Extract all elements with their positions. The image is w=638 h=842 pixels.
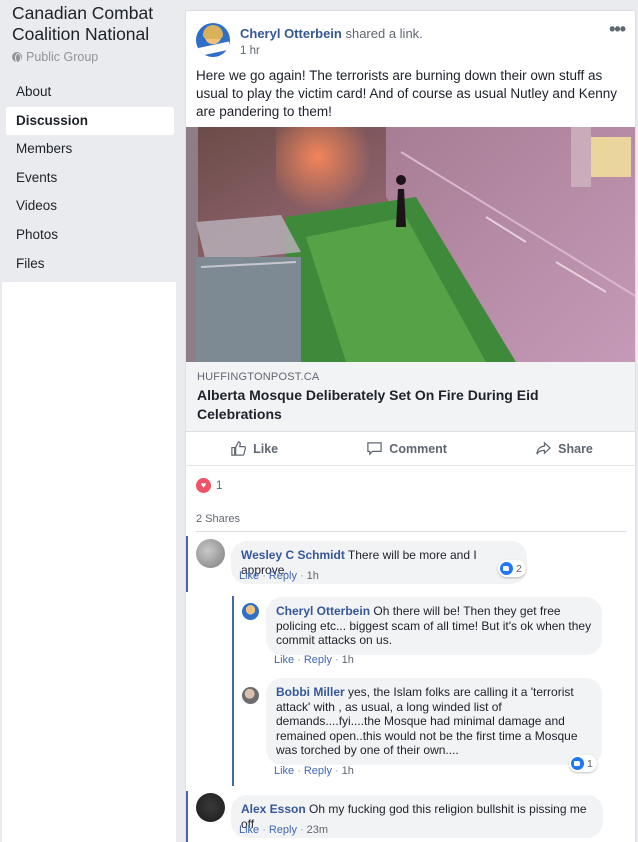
post-actions: Like Comment Share	[186, 432, 635, 466]
comment-author[interactable]: Alex Esson	[241, 802, 306, 816]
reply-reply-link[interactable]: Reply	[304, 765, 332, 777]
more-options-icon[interactable]: •••	[609, 19, 626, 40]
reply-author[interactable]: Cheryl Otterbein	[276, 604, 370, 618]
reply-like-link[interactable]: Like	[274, 654, 294, 666]
nav-item-photos[interactable]: Photos	[6, 221, 174, 250]
reply-time[interactable]: 1h	[342, 654, 354, 666]
reply-reactions[interactable]: 1	[569, 755, 597, 772]
post-reactions[interactable]: ♥ 1	[196, 478, 222, 493]
author-avatar[interactable]	[196, 23, 230, 57]
comment-time[interactable]: 23m	[307, 824, 328, 836]
nav-item-members[interactable]: Members	[6, 135, 174, 164]
link-preview-info[interactable]: HUFFINGTONPOST.CA Alberta Mosque Deliber…	[186, 362, 635, 432]
reply-avatar[interactable]	[242, 687, 259, 704]
sidebar-panel	[2, 282, 176, 842]
comment-like-link[interactable]: Like	[239, 570, 259, 582]
reply-reply-link[interactable]: Reply	[304, 654, 332, 666]
shares-count[interactable]: 2 Shares	[196, 513, 240, 525]
comment-avatar[interactable]	[196, 793, 225, 822]
share-label: Share	[558, 441, 593, 456]
link-domain: HUFFINGTONPOST.CA	[197, 371, 320, 383]
comment-label: Comment	[389, 441, 447, 456]
comment-reaction-count: 2	[516, 562, 522, 575]
reply-author[interactable]: Bobbi Miller	[276, 685, 345, 699]
comment-time[interactable]: 1h	[307, 570, 319, 582]
post-text: Here we go again! The terrorists are bur…	[196, 68, 617, 119]
reply-avatar[interactable]	[242, 603, 259, 620]
share-button[interactable]: Share	[535, 440, 593, 457]
comment-icon	[367, 442, 383, 456]
comment-reply-link[interactable]: Reply	[269, 824, 297, 836]
comment-meta: Like · Reply · 23m	[239, 824, 329, 836]
reply-meta: Like · Reply · 1h	[274, 654, 354, 666]
post-header: Cheryl Otterbein shared a link. 1 hr •••	[186, 11, 635, 71]
thumbs-up-icon	[231, 441, 247, 456]
post-card: Cheryl Otterbein shared a link. 1 hr •••…	[185, 10, 636, 842]
divider	[196, 531, 627, 532]
reply-reaction-count: 1	[587, 757, 593, 770]
group-privacy-label: Public Group	[26, 50, 99, 64]
comment-button[interactable]: Comment	[366, 440, 447, 457]
nav-item-discussion[interactable]: Discussion	[6, 106, 174, 136]
reply-thread-bar	[232, 596, 234, 786]
share-icon	[536, 441, 552, 455]
comment-thread-bar	[186, 791, 188, 842]
like-label: Like	[253, 441, 279, 456]
reply-meta: Like · Reply · 1h	[274, 765, 354, 777]
nav-item-files[interactable]: Files	[6, 250, 174, 279]
reply-bubble: Bobbi Miller yes, the Islam folks are ca…	[266, 678, 602, 765]
link-title[interactable]: Alberta Mosque Deliberately Set On Fire …	[197, 386, 617, 424]
group-title[interactable]: Canadian Combat Coalition National	[12, 3, 182, 45]
group-nav: About Discussion Members Events Videos P…	[6, 78, 174, 278]
cctv-scene-image	[186, 127, 635, 362]
group-sidebar: Canadian Combat Coalition National Publi…	[0, 0, 178, 842]
post-header-line: Cheryl Otterbein shared a link.	[240, 26, 423, 41]
like-reaction-icon	[500, 562, 513, 575]
like-reaction-icon	[571, 757, 584, 770]
nav-item-videos[interactable]: Videos	[6, 192, 174, 221]
link-preview-image[interactable]	[186, 127, 635, 362]
nav-item-events[interactable]: Events	[6, 164, 174, 193]
post-timestamp[interactable]: 1 hr	[240, 45, 260, 57]
post-author-name[interactable]: Cheryl Otterbein	[240, 26, 342, 41]
reaction-count: 1	[216, 479, 223, 492]
comment-reactions[interactable]: 2	[498, 560, 526, 577]
group-privacy: Public Group	[12, 50, 98, 64]
comment-meta: Like · Reply · 1h	[239, 570, 319, 582]
reply-bubble: Cheryl Otterbein Oh there will be! Then …	[266, 597, 602, 655]
reply-like-link[interactable]: Like	[274, 765, 294, 777]
comment-reply-link[interactable]: Reply	[269, 570, 297, 582]
love-icon: ♥	[196, 478, 211, 493]
nav-item-about[interactable]: About	[6, 78, 174, 107]
comment-avatar[interactable]	[196, 539, 225, 568]
comment-thread-bar	[186, 536, 188, 592]
post-share-verb: shared a link.	[341, 26, 423, 41]
like-button[interactable]: Like	[230, 440, 278, 457]
comment-like-link[interactable]: Like	[239, 824, 259, 836]
comment-author[interactable]: Wesley C Schmidt	[241, 548, 345, 562]
globe-icon	[12, 52, 22, 63]
reply-time[interactable]: 1h	[342, 765, 354, 777]
